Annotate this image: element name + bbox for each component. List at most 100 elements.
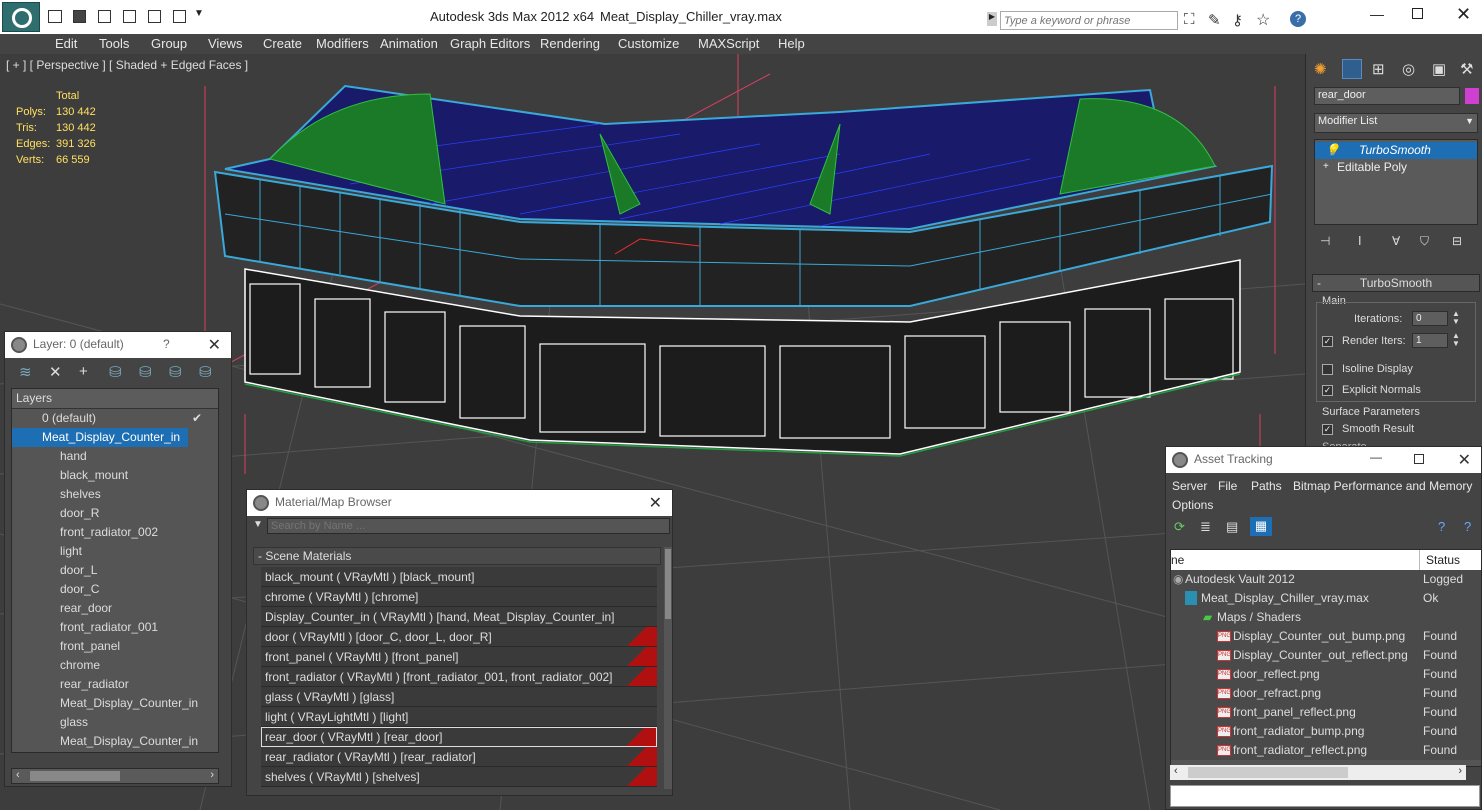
maximize-button[interactable] xyxy=(1412,8,1423,19)
object-row[interactable]: chrome xyxy=(12,656,218,675)
hide-all-icon[interactable]: ⛁ xyxy=(169,363,182,381)
list-view-icon[interactable]: ≣ xyxy=(1200,519,1211,535)
menu-paths[interactable]: Paths xyxy=(1251,479,1282,493)
refresh-icon[interactable]: ⟳ xyxy=(1174,519,1185,535)
object-row[interactable]: Meat_Display_Counter_in xyxy=(12,732,218,751)
undo-icon[interactable] xyxy=(123,10,136,23)
project-icon[interactable] xyxy=(173,10,186,23)
menu-customize[interactable]: Customize xyxy=(618,34,679,51)
asset-row[interactable]: PNG front_panel_reflect.png Found xyxy=(1171,703,1481,722)
spinner-arrows-icon[interactable]: ▲ ▼ xyxy=(1452,310,1460,326)
menu-edit[interactable]: Edit xyxy=(55,34,77,51)
material-row[interactable]: chrome ( VRayMtl ) [chrome] xyxy=(261,587,657,607)
select-objects-icon[interactable]: ⛁ xyxy=(109,363,122,381)
material-row[interactable]: front_panel ( VRayMtl ) [front_panel] xyxy=(261,647,657,667)
object-row[interactable]: front_radiator_001 xyxy=(12,618,218,637)
object-row[interactable]: rear_radiator xyxy=(12,675,218,694)
materials-vscrollbar[interactable] xyxy=(664,547,672,789)
scroll-right-icon[interactable]: › xyxy=(210,769,214,781)
menu-graph-editors[interactable]: Graph Editors xyxy=(450,34,530,51)
layer-title-bar[interactable]: Layer: 0 (default) ? ✕ xyxy=(5,332,231,358)
iterations-spinner[interactable]: 0 xyxy=(1412,311,1448,326)
menu-tools[interactable]: Tools xyxy=(99,34,129,51)
material-browser-title-bar[interactable]: Material/Map Browser ✕ xyxy=(247,490,672,516)
column-status[interactable]: Status xyxy=(1419,550,1460,570)
object-color-swatch[interactable] xyxy=(1465,88,1479,104)
material-row[interactable]: Display_Counter_in ( VRayMtl ) [hand, Me… xyxy=(261,607,657,627)
checkmark-icon[interactable]: ✔ xyxy=(192,409,202,428)
material-search-input[interactable] xyxy=(267,518,670,534)
app-logo-button[interactable] xyxy=(2,2,40,32)
configure-sets-icon[interactable]: ⊟ xyxy=(1452,234,1462,248)
scene-materials-group[interactable]: - Scene Materials xyxy=(253,547,661,565)
menu-options[interactable]: Options xyxy=(1172,498,1213,512)
stack-item-turbosmooth[interactable]: 💡 TurboSmooth xyxy=(1315,142,1477,159)
render-iters-checkbox[interactable]: ✓ xyxy=(1322,336,1333,347)
freeze-all-icon[interactable]: ⛁ xyxy=(199,363,212,381)
material-row[interactable]: shelves ( VRayMtl ) [shelves] xyxy=(261,767,657,787)
render-iters-spinner[interactable]: 1 xyxy=(1412,333,1448,348)
create-layer-icon[interactable]: ≋ xyxy=(19,363,32,381)
stack-item-editable-poly[interactable]: + Editable Poly xyxy=(1315,159,1477,176)
object-row[interactable]: hand xyxy=(12,447,218,466)
show-end-result-icon[interactable]: Ⅰ xyxy=(1358,234,1362,248)
object-row[interactable]: light xyxy=(12,542,218,561)
asset-row[interactable]: Meat_Display_Chiller_vray.max Ok xyxy=(1171,589,1481,608)
menu-maxscript[interactable]: MAXScript xyxy=(698,34,759,51)
layers-hscrollbar[interactable]: ‹ › xyxy=(11,768,219,784)
object-row[interactable]: door_L xyxy=(12,561,218,580)
grid-view-icon[interactable]: ▦ xyxy=(1250,517,1272,536)
open-icon[interactable] xyxy=(73,10,86,23)
menu-server[interactable]: Server xyxy=(1172,479,1207,493)
scroll-thumb[interactable] xyxy=(30,771,120,781)
isoline-checkbox[interactable] xyxy=(1322,364,1333,375)
menu-create[interactable]: Create xyxy=(263,34,302,51)
minimize-button[interactable]: — xyxy=(1370,6,1384,22)
scroll-thumb[interactable] xyxy=(1188,767,1348,778)
scroll-right-icon[interactable]: › xyxy=(1458,765,1462,777)
key-icon[interactable]: ⚷ xyxy=(1232,11,1243,29)
redo-icon[interactable] xyxy=(148,10,161,23)
close-icon[interactable]: ✕ xyxy=(208,335,221,355)
asset-row[interactable]: ◉ Autodesk Vault 2012 Logged xyxy=(1171,570,1481,589)
material-row[interactable]: door ( VRayMtl ) [door_C, door_L, door_R… xyxy=(261,627,657,647)
material-row[interactable]: front_radiator ( VRayMtl ) [front_radiat… xyxy=(261,667,657,687)
menu-modifiers[interactable]: Modifiers xyxy=(316,34,369,51)
menu-group[interactable]: Group xyxy=(151,34,187,51)
expand-arrow-icon[interactable]: ▶ xyxy=(987,12,997,26)
star-icon[interactable]: ☆ xyxy=(1256,10,1270,30)
material-row[interactable]: black_mount ( VRayMtl ) [black_mount] xyxy=(261,567,657,587)
asset-row[interactable]: PNG Display_Counter_out_bump.png Found xyxy=(1171,627,1481,646)
new-icon[interactable] xyxy=(48,10,62,23)
save-icon[interactable] xyxy=(98,10,111,23)
menu-file[interactable]: File xyxy=(1218,479,1237,493)
asset-row[interactable]: PNG front_radiator_reflect.png Found xyxy=(1171,741,1481,760)
menu-bitmap-performance[interactable]: Bitmap Performance and Memory xyxy=(1293,479,1472,493)
table-view-icon[interactable]: ▤ xyxy=(1226,519,1238,535)
minimize-button[interactable]: — xyxy=(1370,450,1382,464)
modifier-list-dropdown[interactable]: Modifier List ▼ xyxy=(1314,113,1478,133)
layer-row-selected[interactable]: Meat_Display_Counter_in xyxy=(12,428,188,447)
bulb-icon[interactable]: 💡 xyxy=(1325,142,1340,158)
add-to-layer-icon[interactable]: + xyxy=(79,363,88,380)
delete-layer-icon[interactable]: ✕ xyxy=(49,363,62,381)
object-name-field[interactable]: rear_door xyxy=(1314,87,1460,105)
help-icon[interactable]: ? xyxy=(1438,519,1445,534)
column-name[interactable]: ne xyxy=(1171,550,1184,570)
remove-modifier-icon[interactable]: ⛉ xyxy=(1420,234,1429,249)
asset-row[interactable]: PNG front_radiator_bump.png Found xyxy=(1171,722,1481,741)
menu-help[interactable]: Help xyxy=(778,34,805,51)
close-button[interactable]: ✕ xyxy=(1456,4,1471,25)
asset-tracking-title-bar[interactable]: Asset Tracking — ✕ xyxy=(1166,447,1481,473)
help-icon-2[interactable]: ? xyxy=(1464,519,1471,534)
scroll-left-icon[interactable]: ‹ xyxy=(1174,765,1178,777)
object-row[interactable]: shelves xyxy=(12,485,218,504)
make-unique-icon[interactable]: ∀ xyxy=(1392,234,1400,248)
scroll-left-icon[interactable]: ‹ xyxy=(16,769,20,781)
display-tab-icon[interactable]: ▣ xyxy=(1432,60,1446,78)
asset-row[interactable]: ▰ Maps / Shaders xyxy=(1171,608,1481,627)
wrench-icon[interactable]: ✎ xyxy=(1208,11,1221,29)
object-row[interactable]: door_R xyxy=(12,504,218,523)
viewport-label[interactable]: [ + ] [ Perspective ] [ Shaded + Edged F… xyxy=(6,58,248,72)
binoculars-icon[interactable]: ⛶ xyxy=(1184,11,1195,28)
